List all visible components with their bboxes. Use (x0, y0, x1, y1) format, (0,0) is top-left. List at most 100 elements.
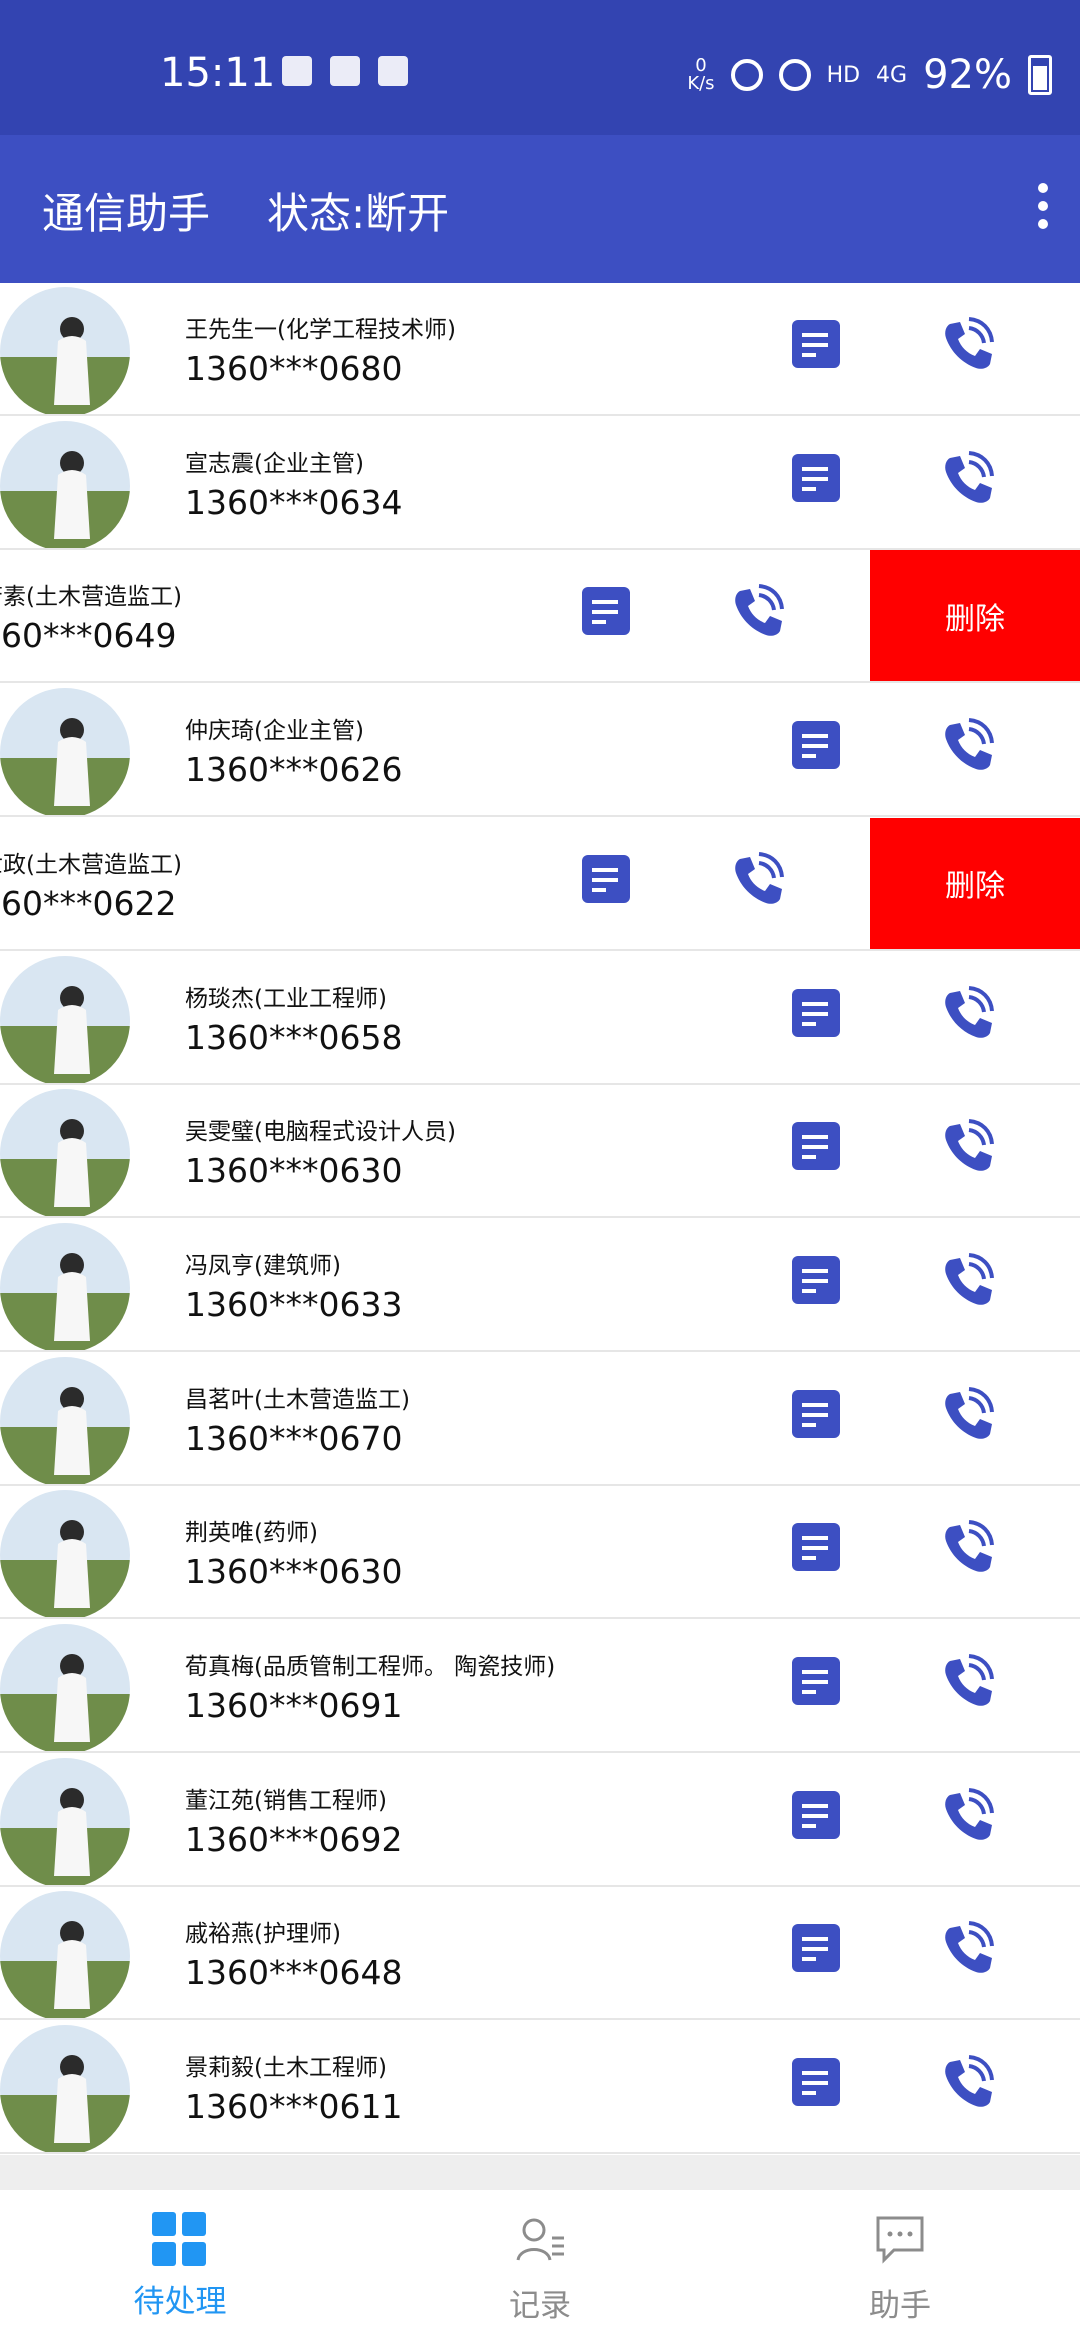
contact-phone: 1360***0611 (185, 2087, 403, 2127)
contact-name: 吴雯璧(电脑程式设计人员) (185, 1119, 456, 1146)
message-icon[interactable] (582, 854, 630, 903)
contact-row[interactable]: 昌茗叶(土木营造监工) 1360***0670 (0, 1353, 1080, 1486)
call-icon[interactable] (938, 717, 994, 773)
nav-item-pending[interactable]: 待处理 (90, 2212, 270, 2324)
message-icon[interactable] (792, 1790, 840, 1839)
call-icon[interactable] (938, 1519, 994, 1575)
bird-notification-icon (282, 56, 312, 86)
status-right-area: 0 K/s HD 4G 92% (687, 52, 1052, 98)
contact-name: 宣志震(企业主管) (185, 450, 364, 477)
message-icon[interactable] (792, 320, 840, 368)
status-notification-icons (282, 56, 408, 86)
mail-notification-icon (330, 56, 360, 86)
contact-name: 冯凤亨(建筑师) (185, 1252, 341, 1279)
status-bar: 15:11 0 K/s HD 4G 92% (0, 0, 1080, 135)
nav-item-records[interactable]: 记录 (450, 2212, 630, 2324)
message-icon[interactable] (792, 1122, 840, 1171)
contact-row[interactable]: 吴雯璧(电脑程式设计人员) 1360***0630 (0, 1085, 1080, 1219)
contact-row[interactable]: 荀真梅(品质管制工程师。 陶瓷技师) 1360***0691 (0, 1620, 1080, 1753)
call-icon[interactable] (938, 1920, 994, 1976)
nav-label-assistant: 助手 (869, 2288, 931, 2324)
contact-list-icon (516, 2218, 564, 2261)
avatar (0, 2025, 130, 2153)
more-vert-icon[interactable] (1034, 183, 1052, 229)
avatar (0, 1222, 130, 1350)
contact-phone: 360***0622 (0, 883, 177, 923)
call-icon[interactable] (728, 583, 784, 639)
contact-row[interactable]: 世政(土木营造监工) 360***0622 删除 (0, 817, 1080, 951)
delete-button[interactable]: 删除 (870, 817, 1080, 949)
contact-row[interactable]: 宣志震(企业主管) 1360***0634 (0, 417, 1080, 550)
message-icon[interactable] (792, 1657, 840, 1705)
contact-name: 杨琰杰(工业工程师) (185, 985, 387, 1012)
message-icon[interactable] (792, 988, 840, 1037)
nav-item-assistant[interactable]: 助手 (810, 2212, 990, 2324)
contact-name: 景莉毅(土木工程师) (185, 2055, 387, 2082)
contact-name: 昌茗叶(土木营造监工) (185, 1386, 410, 1413)
contact-phone: 1360***0626 (185, 750, 403, 790)
contact-row[interactable]: 董江苑(销售工程师) 1360***0692 (0, 1754, 1080, 1887)
avatar (0, 1356, 130, 1484)
nav-label-records: 记录 (509, 2288, 571, 2324)
contact-row[interactable]: 荆英唯(药师) 1360***0630 (0, 1486, 1080, 1620)
message-icon[interactable] (792, 2058, 840, 2107)
delete-button[interactable]: 删除 (870, 550, 1080, 682)
contact-row[interactable]: 景莉毅(土木工程师) 1360***0611 (0, 2021, 1080, 2155)
avatar (0, 688, 130, 816)
contact-name: 戚裕燕(护理师) (185, 1921, 341, 1948)
message-icon[interactable] (582, 587, 630, 636)
bottom-navigation: 待处理 记录 助手 (0, 2190, 1080, 2340)
call-icon[interactable] (938, 1787, 994, 1843)
contact-row[interactable]: 王先生一(化学工程技术师) 1360***0680 (0, 283, 1080, 416)
call-icon[interactable] (728, 851, 784, 907)
contact-row[interactable]: 冯凤亨(建筑师) 1360***0633 (0, 1219, 1080, 1352)
avatar (0, 420, 130, 548)
battery-percentage: 92% (923, 52, 1012, 98)
avatar (0, 1089, 130, 1217)
avatar (0, 955, 130, 1083)
message-icon[interactable] (792, 1523, 840, 1572)
contact-phone: 1360***0691 (185, 1686, 403, 1725)
connection-status: 状态:断开 (267, 189, 450, 238)
contact-phone: 1360***0633 (185, 1284, 403, 1324)
call-icon[interactable] (938, 1653, 994, 1709)
contact-row[interactable]: 芳素(土木营造监工) 360***0649 删除 (0, 550, 1080, 684)
call-icon[interactable] (938, 1118, 994, 1174)
avatar (0, 1624, 130, 1751)
message-icon[interactable] (792, 453, 840, 502)
contact-phone: 1360***0658 (185, 1017, 403, 1057)
avatar (0, 1891, 130, 2019)
call-icon[interactable] (938, 1386, 994, 1442)
message-icon[interactable] (792, 1255, 840, 1304)
contact-row[interactable]: 杨琰杰(工业工程师) 1360***0658 (0, 952, 1080, 1085)
image-notification-icon (378, 56, 408, 86)
contact-phone: 1360***0648 (185, 1953, 403, 1993)
contact-list: 王先生一(化学工程技术师) 1360***0680 宣志震(企业主管) 1360***… (0, 283, 1080, 2155)
battery-icon (1028, 55, 1052, 95)
network-type: 4G (876, 62, 908, 88)
call-icon[interactable] (938, 450, 994, 506)
app-title: 通信助手 (42, 189, 211, 238)
call-icon[interactable] (938, 2054, 994, 2110)
contact-row[interactable]: 仲庆琦(企业主管) 1360***0626 (0, 684, 1080, 818)
call-icon[interactable] (938, 316, 994, 372)
message-icon[interactable] (792, 1924, 840, 1973)
contact-name: 王先生一(化学工程技术师) (185, 317, 456, 343)
contact-name: 荆英唯(药师) (185, 1520, 318, 1547)
avatar (0, 1490, 130, 1618)
message-icon[interactable] (792, 721, 840, 770)
chat-bubble-icon (876, 2216, 924, 2264)
contact-phone: 1360***0680 (185, 349, 403, 388)
contact-name: 芳素(土木营造监工) (0, 584, 182, 611)
contact-row[interactable]: 戚裕燕(护理师) 1360***0648 (0, 1887, 1080, 2021)
call-icon[interactable] (938, 985, 994, 1041)
contact-phone: 1360***0630 (185, 1151, 403, 1191)
call-icon[interactable] (938, 1252, 994, 1308)
contact-name: 世政(土木营造监工) (0, 851, 182, 878)
app-bar: 通信助手 状态:断开 (0, 135, 1080, 283)
avatar (0, 1757, 130, 1885)
message-icon[interactable] (792, 1389, 840, 1438)
contact-name: 仲庆琦(企业主管) (185, 718, 364, 745)
wifi-icon (778, 59, 811, 91)
contact-phone: 1360***0634 (185, 482, 403, 522)
